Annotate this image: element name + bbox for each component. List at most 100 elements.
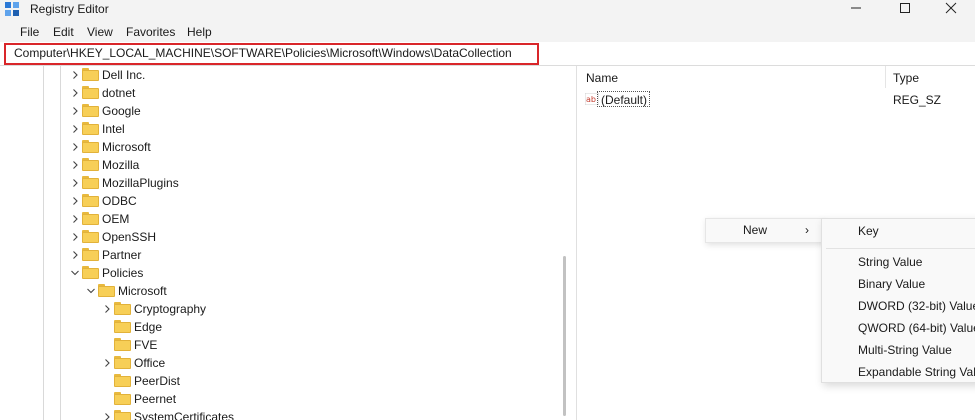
column-separator[interactable] — [885, 66, 886, 88]
folder-icon — [114, 392, 131, 405]
folder-icon — [82, 86, 99, 99]
folder-icon — [114, 338, 131, 351]
chevron-right-icon[interactable] — [70, 123, 80, 135]
folder-icon — [82, 248, 99, 261]
context-menu-new[interactable]: New — [743, 223, 767, 237]
folder-icon-body — [82, 178, 99, 189]
tree-item-label: ODBC — [102, 194, 137, 208]
column-type-header[interactable]: Type — [893, 66, 919, 88]
folder-icon-body — [82, 250, 99, 261]
key-tree-pane[interactable]: Dell Inc. dotnet Google Intel Microsoft Mozil… — [0, 66, 575, 420]
folder-icon-body — [82, 160, 99, 171]
folder-icon — [82, 212, 99, 225]
tree-item-label: MozillaPlugins — [102, 176, 179, 190]
folder-icon-body — [98, 286, 115, 297]
chevron-right-icon[interactable] — [70, 159, 80, 171]
chevron-right-icon[interactable] — [70, 249, 80, 261]
tree-item-label: Partner — [102, 248, 142, 262]
menu-file[interactable]: File — [20, 25, 39, 39]
title-bar: Registry Editor — [0, 0, 975, 24]
chevron-right-icon[interactable] — [70, 231, 80, 243]
chevron-right-icon[interactable] — [70, 213, 80, 225]
maximize-button[interactable] — [885, 0, 925, 20]
folder-icon — [82, 194, 99, 207]
tree-scrollbar[interactable] — [563, 256, 566, 416]
tree-item-label: Policies — [102, 266, 144, 280]
tree-item-label: dotnet — [102, 86, 136, 100]
folder-icon-body — [114, 394, 131, 405]
tree-item-label: Mozilla — [102, 158, 140, 172]
chevron-down-icon[interactable] — [70, 267, 80, 279]
tree-guide-line — [60, 66, 61, 420]
close-icon — [945, 2, 957, 14]
submenu-item-qword-value[interactable]: QWORD (64-bit) Value — [858, 321, 975, 335]
folder-icon-body — [82, 142, 99, 153]
chevron-down-icon[interactable] — [86, 285, 96, 297]
tree-item-label: Edge — [134, 320, 163, 334]
chevron-right-icon[interactable] — [70, 195, 80, 207]
menu-favorites[interactable]: Favorites — [126, 25, 175, 39]
chevron-right-icon[interactable] — [70, 177, 80, 189]
folder-icon — [82, 140, 99, 153]
value-row[interactable]: ab (Default) REG_SZ — [577, 90, 975, 108]
folder-icon — [114, 356, 131, 369]
menu-edit[interactable]: Edit — [53, 25, 74, 39]
chevron-right-icon[interactable] — [70, 141, 80, 153]
chevron-right-icon[interactable] — [70, 87, 80, 99]
chevron-right-icon[interactable] — [102, 357, 112, 369]
chevron-right-icon[interactable] — [102, 303, 112, 315]
chevron-right-icon[interactable] — [70, 69, 80, 81]
minimize-button[interactable] — [836, 0, 876, 20]
folder-icon — [114, 302, 131, 315]
folder-icon — [82, 68, 99, 81]
folder-icon-body — [82, 124, 99, 135]
value-type: REG_SZ — [893, 93, 942, 107]
folder-icon — [114, 410, 131, 420]
menu-bar: File Edit View Favorites Help — [0, 24, 975, 42]
tree-item-label: Microsoft — [118, 284, 167, 298]
chevron-right-icon[interactable] — [102, 411, 112, 420]
tree-item-label: Google — [102, 104, 141, 118]
submenu-item-expandable-string-value[interactable]: Expandable String Value — [858, 365, 975, 379]
menu-help[interactable]: Help — [187, 25, 212, 39]
value-name[interactable]: (Default) — [597, 91, 651, 107]
submenu-item-key[interactable]: Key — [858, 224, 879, 238]
submenu-item-binary-value[interactable]: Binary Value — [858, 277, 925, 291]
folder-icon — [82, 158, 99, 171]
folder-icon-body — [82, 268, 99, 279]
folder-icon-body — [114, 358, 131, 369]
folder-icon — [82, 176, 99, 189]
folder-icon-body — [114, 412, 131, 420]
column-name-header[interactable]: Name — [586, 66, 618, 88]
folder-icon — [82, 230, 99, 243]
submenu-item-dword-value[interactable]: DWORD (32-bit) Value — [858, 299, 975, 313]
folder-icon-body — [82, 88, 99, 99]
tree-item-label: Microsoft — [102, 140, 151, 154]
folder-icon-body — [114, 304, 131, 315]
tree-item-label: FVE — [134, 338, 158, 352]
folder-icon — [82, 122, 99, 135]
submenu-item-multi-string-value[interactable]: Multi-String Value — [858, 343, 952, 357]
folder-icon — [98, 284, 115, 297]
menu-view[interactable]: View — [87, 25, 113, 39]
folder-icon-body — [82, 106, 99, 117]
close-button[interactable] — [931, 0, 971, 20]
minimize-icon — [851, 7, 861, 9]
folder-icon — [114, 374, 131, 387]
tree-item-label: OEM — [102, 212, 130, 226]
new-submenu: Key String Value Binary Value DWORD (32-… — [821, 218, 975, 383]
folder-icon-body — [114, 322, 131, 333]
tree-item-label: Office — [134, 356, 166, 370]
svg-text:ab: ab — [586, 95, 596, 104]
tree-item-label: Intel — [102, 122, 125, 136]
address-path[interactable]: Computer\HKEY_LOCAL_MACHINE\SOFTWARE\Pol… — [14, 46, 512, 60]
context-menu: New › — [705, 218, 825, 243]
tree-item-label: PeerDist — [134, 374, 181, 388]
folder-icon-body — [82, 232, 99, 243]
folder-icon-body — [114, 340, 131, 351]
folder-icon-body — [82, 196, 99, 207]
tree-item-label: Dell Inc. — [102, 68, 146, 82]
chevron-right-icon[interactable] — [70, 105, 80, 117]
submenu-item-string-value[interactable]: String Value — [858, 255, 922, 269]
folder-icon-body — [82, 70, 99, 81]
